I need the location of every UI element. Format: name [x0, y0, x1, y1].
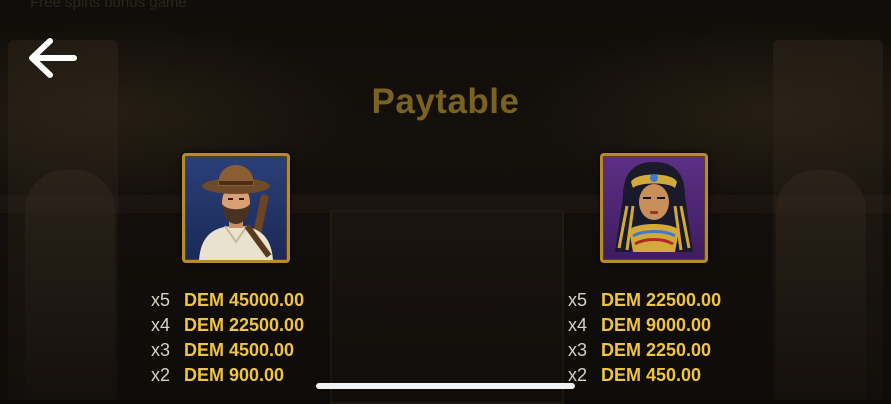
- left-statue: [25, 170, 115, 400]
- multiplier: x4: [151, 315, 171, 335]
- payout-row: x4 DEM 22500.00: [151, 313, 351, 338]
- multiplier: x3: [568, 340, 588, 360]
- back-button[interactable]: [24, 36, 80, 80]
- explorer-symbol: [182, 153, 290, 263]
- pharaoh-payouts: x5 DEM 22500.00 x4 DEM 9000.00 x3 DEM 2250.…: [568, 288, 768, 388]
- arrow-left-icon: [29, 38, 77, 78]
- cut-off-heading: Free spins bonus game: [30, 0, 187, 11]
- right-statue: [776, 170, 866, 400]
- payout-amount: DEM 22500.00: [601, 290, 722, 310]
- pharaoh-symbol: [600, 153, 708, 263]
- home-indicator[interactable]: [316, 383, 575, 389]
- payout-amount: DEM 2250.00: [601, 340, 712, 360]
- payout-row: x5 DEM 22500.00: [568, 288, 768, 313]
- page-title: Paytable: [371, 82, 520, 121]
- payout-row: x3 DEM 2250.00: [568, 338, 768, 363]
- explorer-symbol-icon: [199, 165, 273, 260]
- multiplier: x3: [151, 340, 171, 360]
- payout-row: x5 DEM 45000.00: [151, 288, 351, 313]
- payout-amount: DEM 450.00: [601, 365, 702, 385]
- multiplier: x4: [568, 315, 588, 335]
- payout-amount: DEM 45000.00: [184, 290, 305, 310]
- multiplier: x5: [568, 290, 588, 310]
- payout-amount: DEM 900.00: [184, 365, 285, 385]
- multiplier: x5: [151, 290, 171, 310]
- payout-amount: DEM 22500.00: [184, 315, 305, 335]
- payout-row: x3 DEM 4500.00: [151, 338, 351, 363]
- pharaoh-symbol-icon: [615, 162, 693, 252]
- payout-row: x2 DEM 450.00: [568, 363, 768, 388]
- explorer-payouts: x5 DEM 45000.00 x4 DEM 22500.00 x3 DEM 4500…: [151, 288, 351, 388]
- temple-doorway: [330, 210, 564, 404]
- payout-row: x4 DEM 9000.00: [568, 313, 768, 338]
- payout-amount: DEM 9000.00: [601, 315, 712, 335]
- multiplier: x2: [151, 365, 171, 385]
- payout-amount: DEM 4500.00: [184, 340, 295, 360]
